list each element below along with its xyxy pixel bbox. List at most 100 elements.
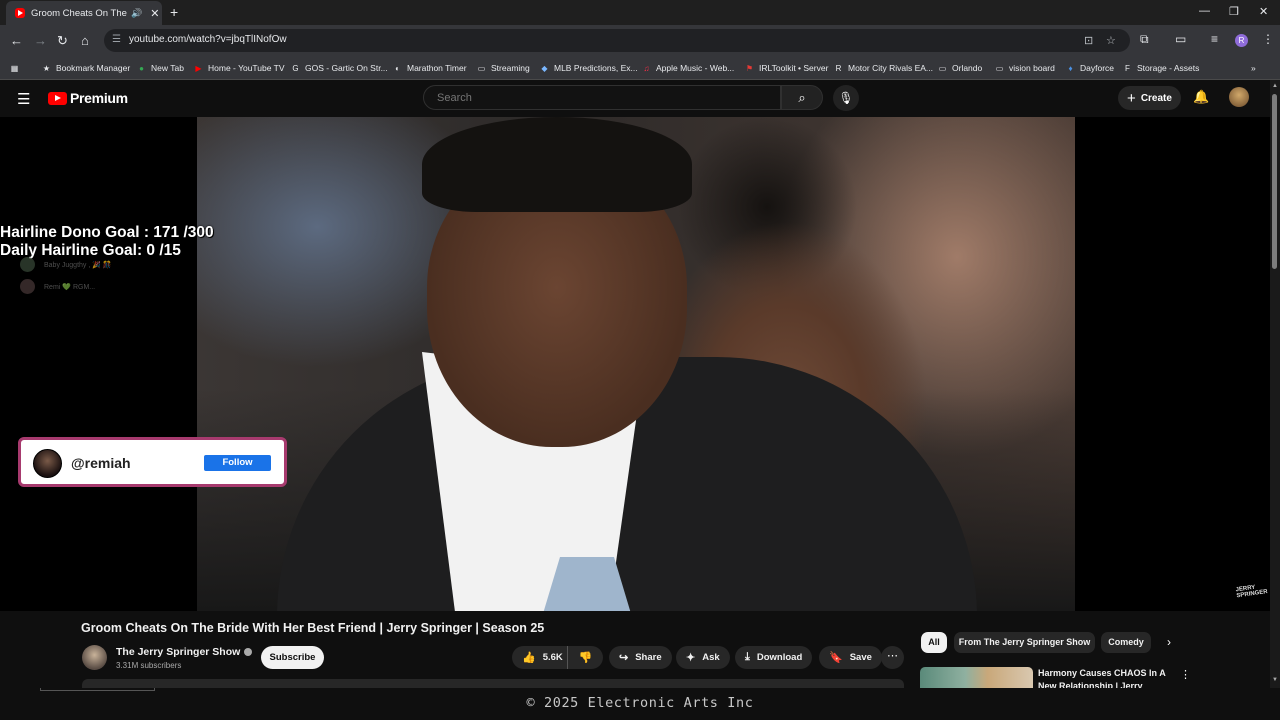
video-info-section: Groom Cheats On The Bride With Her Best …: [0, 611, 1270, 688]
footer-divider: [40, 688, 155, 691]
voice-search-button[interactable]: 🎙: [833, 85, 859, 111]
follow-button: Follow: [204, 455, 271, 471]
browser-menu-icon[interactable]: ⋮: [1262, 32, 1274, 46]
youtube-header: ☰ Premium ⌕ 🎙 +Create 🔔: [0, 80, 1270, 116]
recommendation-menu-icon[interactable]: ⋮: [1180, 668, 1191, 681]
bookmark-item[interactable]: ▭ Orlando: [938, 60, 983, 76]
bookmark-item[interactable]: G GOS - Gartic On Str...: [291, 60, 387, 76]
description-box[interactable]: [82, 679, 904, 688]
forward-icon[interactable]: →: [34, 33, 47, 48]
follow-card-overlay: @remiah Follow: [18, 437, 287, 487]
more-dots-icon: ⋯: [887, 650, 898, 662]
address-bar[interactable]: ☰ youtube.com/watch?v=jbqTlINofOw ⊡ ☆: [104, 29, 1130, 52]
scroll-up-arrow-icon[interactable]: ▲: [1272, 83, 1278, 89]
bookmark-item[interactable]: ⚑ IRLToolkit • Server: [745, 60, 829, 76]
dayforce-icon: ♦: [1068, 63, 1073, 73]
extensions-icon[interactable]: ⧉: [1140, 32, 1149, 47]
chat-avatar: [20, 279, 35, 294]
reload-icon[interactable]: ↻: [57, 33, 68, 49]
timer-icon: ◐: [395, 63, 400, 73]
scroll-down-arrow-icon[interactable]: ▼: [1272, 677, 1278, 683]
chip-from-channel[interactable]: From The Jerry Springer Show: [954, 632, 1095, 653]
search-icon: ⌕: [798, 90, 806, 105]
search-box[interactable]: [423, 85, 781, 110]
folder-icon: ▭: [477, 63, 486, 73]
site-info-icon[interactable]: ☰: [112, 34, 121, 45]
notifications-bell-icon[interactable]: 🔔: [1193, 89, 1209, 105]
media-controls-icon[interactable]: ≡: [1211, 32, 1218, 46]
chat-message: Remi 💚 RGM...: [20, 279, 95, 294]
close-window-icon[interactable]: ✕: [1259, 5, 1268, 18]
install-app-icon[interactable]: ⊡: [1084, 34, 1093, 47]
chip-comedy[interactable]: Comedy: [1101, 632, 1151, 653]
chip-all[interactable]: All: [921, 632, 947, 653]
bookmark-item[interactable]: ◐ Marathon Timer: [393, 60, 466, 76]
browser-toolbar: ← → ↻ ⌂ ☰ youtube.com/watch?v=jbqTlINofO…: [0, 25, 1280, 57]
recommendation-thumbnail[interactable]: [920, 667, 1033, 688]
bookmark-star-icon[interactable]: ☆: [1106, 34, 1116, 47]
youtube-play-icon: [48, 91, 67, 105]
chat-avatar: [20, 257, 35, 272]
mlb-icon: ◆: [541, 63, 548, 73]
minimize-icon[interactable]: —: [1199, 5, 1210, 17]
page-scrollbar[interactable]: ▲ ▼: [1270, 80, 1280, 688]
bookmark-item[interactable]: ◆ MLB Predictions, Ex...: [540, 60, 637, 76]
bookmark-manager-icon: ★: [42, 63, 51, 73]
download-icon: ⤓: [745, 651, 750, 663]
motor-city-icon: R: [835, 63, 842, 73]
user-avatar[interactable]: [1229, 87, 1249, 107]
streamer-handle: @remiah: [71, 455, 131, 471]
download-button[interactable]: ⤓ Download: [735, 646, 813, 669]
like-button[interactable]: 👍 5.6K: [512, 646, 568, 669]
subscribe-button[interactable]: Subscribe: [261, 646, 324, 669]
stream-goal-overlay: Hairline Dono Goal : 171 /300 Daily Hair…: [0, 224, 214, 260]
back-icon[interactable]: ←: [10, 33, 23, 48]
more-bookmarks-icon[interactable]: »: [1251, 60, 1256, 76]
storage-icon: F: [1125, 63, 1130, 73]
channel-name[interactable]: The Jerry Springer Show: [116, 646, 253, 658]
bookmark-item[interactable]: ▭ vision board: [995, 60, 1055, 76]
profile-avatar[interactable]: R: [1235, 34, 1248, 47]
bookmark-item[interactable]: R Motor City Rivals EA...: [834, 60, 933, 76]
save-button[interactable]: 🔖 Save: [819, 646, 882, 669]
dislike-button[interactable]: 👎: [568, 651, 603, 664]
streamer-avatar: [33, 449, 62, 478]
new-tab-icon: ●: [139, 63, 144, 73]
ask-button[interactable]: ✦ Ask: [676, 646, 730, 669]
bookmark-item[interactable]: ▶ Home - YouTube TV: [194, 60, 284, 76]
new-tab-button[interactable]: +: [170, 4, 178, 20]
close-tab-icon[interactable]: ✕: [150, 7, 159, 20]
share-button[interactable]: ↪ Share: [609, 646, 672, 669]
channel-avatar[interactable]: [82, 645, 107, 670]
create-button[interactable]: + Create: [1118, 86, 1181, 110]
youtube-premium-logo[interactable]: Premium: [48, 90, 128, 106]
search-button[interactable]: ⌕: [781, 85, 823, 110]
hamburger-menu-icon[interactable]: ☰: [17, 90, 30, 108]
video-frame[interactable]: [197, 117, 1075, 611]
more-actions-button[interactable]: ⋯: [881, 646, 904, 669]
thumbs-down-icon: 👎: [578, 652, 593, 664]
home-icon[interactable]: ⌂: [81, 33, 89, 48]
video-player[interactable]: Hairline Dono Goal : 171 /300 Daily Hair…: [0, 117, 1270, 611]
bookmark-item[interactable]: ▭ Streaming: [477, 60, 530, 76]
url-text[interactable]: youtube.com/watch?v=jbqTlINofOw: [129, 34, 287, 45]
gartic-icon: G: [292, 63, 299, 73]
apps-grid-icon[interactable]: ▦: [10, 60, 24, 76]
microphone-icon: 🎙: [838, 91, 854, 105]
bookmark-item[interactable]: ♦ Dayforce: [1066, 60, 1114, 76]
speaker-icon[interactable]: 🔊: [131, 8, 142, 19]
bookmark-item[interactable]: ● New Tab: [137, 60, 184, 76]
recommendation-title[interactable]: Harmony Causes CHAOS In A New Relationsh…: [1038, 667, 1168, 688]
cast-icon[interactable]: ▭: [1175, 32, 1186, 46]
hairline-dono-goal: Hairline Dono Goal : 171 /300: [0, 224, 214, 241]
chevron-right-icon[interactable]: ›: [1167, 635, 1171, 649]
scroll-thumb[interactable]: [1272, 94, 1277, 269]
bookmark-item[interactable]: ★ Bookmark Manager: [42, 60, 130, 76]
search-input[interactable]: [435, 91, 759, 105]
browser-tab[interactable]: Groom Cheats On The Bride With Her Best …: [6, 1, 162, 25]
bookmark-item[interactable]: F Storage - Assets: [1123, 60, 1199, 76]
restore-icon[interactable]: ❐: [1229, 5, 1239, 18]
bookmarks-bar: ▦ ★ Bookmark Manager ● New Tab ▶ Home - You…: [0, 57, 1280, 80]
bookmark-item[interactable]: ♫ Apple Music - Web...: [642, 60, 735, 76]
subscriber-count: 3.31M subscribers: [116, 661, 182, 670]
